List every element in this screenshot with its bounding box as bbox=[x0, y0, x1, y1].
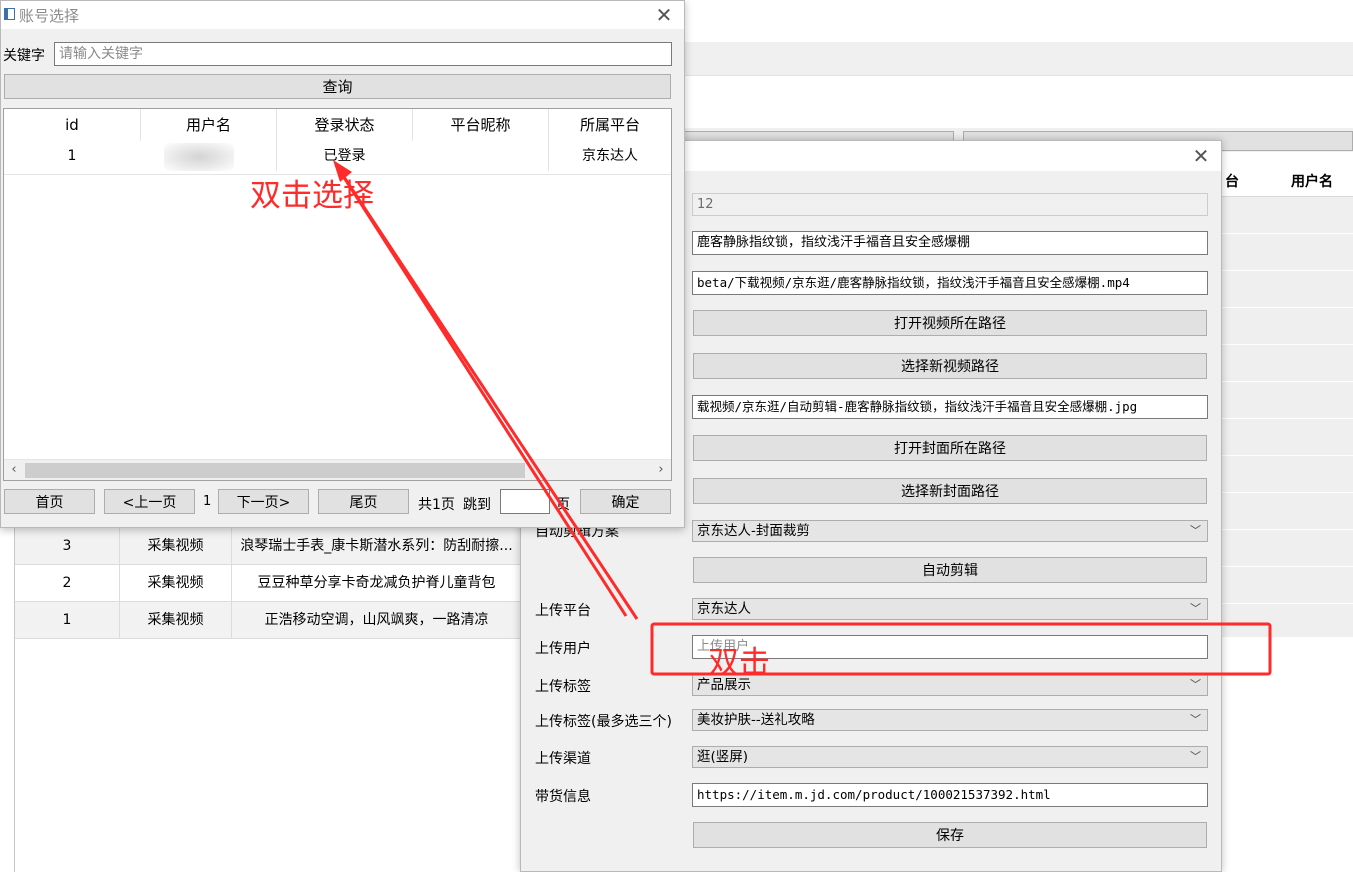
select-video-path-button[interactable]: 选择新视频路径 bbox=[693, 353, 1207, 379]
row-type: 采集视频 bbox=[119, 565, 231, 601]
row-platform: 京东达人 bbox=[548, 141, 671, 171]
header-platform[interactable]: 所属平台 bbox=[548, 109, 671, 141]
upload-tag-label: 上传标签 bbox=[535, 679, 591, 695]
upload-platform-label: 上传平台 bbox=[535, 603, 591, 619]
open-video-path-button[interactable]: 打开视频所在路径 bbox=[693, 310, 1207, 336]
select-cover-path-button[interactable]: 选择新封面路径 bbox=[693, 478, 1207, 504]
account-dialog-titlebar: 账号选择 ✕ bbox=[1, 1, 684, 29]
header-username: 用户名 bbox=[1291, 174, 1333, 190]
goods-info-label: 带货信息 bbox=[535, 789, 591, 805]
scroll-right-icon[interactable]: › bbox=[653, 462, 669, 478]
upload-user-label: 上传用户 bbox=[535, 641, 591, 657]
scrollbar-thumb[interactable] bbox=[25, 463, 525, 478]
table-row[interactable]: 2 采集视频 豆豆种草分享卡奇龙减负护脊儿童背包 bbox=[15, 565, 521, 602]
background-row-lines bbox=[1221, 197, 1353, 637]
chevron-down-icon: ﹀ bbox=[1190, 678, 1201, 691]
query-button[interactable]: 查询 bbox=[4, 74, 671, 99]
header-login-status[interactable]: 登录状态 bbox=[276, 109, 412, 141]
row-id: 1 bbox=[67, 148, 77, 164]
account-table: id 用户名 登录状态 平台昵称 所属平台 1 已登录 京东达人 ‹ › bbox=[3, 108, 672, 481]
goods-info-field[interactable]: https://item.m.jd.com/product/1000215373… bbox=[692, 783, 1208, 807]
row-title: 浪琴瑞士手表_康卡斯潜水系列：防刮耐擦... bbox=[231, 528, 521, 564]
account-dialog-title: 账号选择 bbox=[19, 7, 80, 25]
chevron-down-icon: ﹀ bbox=[1190, 524, 1201, 537]
confirm-button[interactable]: 确定 bbox=[580, 489, 671, 514]
account-table-header: id 用户名 登录状态 平台昵称 所属平台 bbox=[4, 109, 671, 141]
row-id: 1 bbox=[62, 612, 72, 628]
row-login-status: 已登录 bbox=[276, 141, 412, 171]
cover-path-field[interactable]: 载视频/京东逛/自动剪辑-鹿客静脉指纹锁，指纹浅汗手福音且安全感爆棚.jpg bbox=[692, 395, 1208, 419]
row-type: 采集视频 bbox=[119, 528, 231, 564]
auto-edit-scheme-select[interactable]: 京东达人-封面裁剪 ﹀ bbox=[692, 520, 1208, 542]
close-icon[interactable]: ✕ bbox=[652, 3, 676, 27]
scroll-left-icon[interactable]: ‹ bbox=[6, 462, 22, 478]
annotation-double-click: 双击 bbox=[708, 645, 770, 681]
last-page-button[interactable]: 尾页 bbox=[318, 489, 409, 514]
row-id: 3 bbox=[62, 538, 72, 554]
row-title: 豆豆种草分享卡奇龙减负护脊儿童背包 bbox=[231, 565, 521, 601]
jump-to-label: 跳到 bbox=[463, 497, 491, 513]
blurred-username-redaction bbox=[164, 143, 234, 171]
open-cover-path-button[interactable]: 打开封面所在路径 bbox=[693, 435, 1207, 461]
title-field[interactable]: 鹿客静脉指纹锁，指纹浅汗手福音且安全感爆棚 bbox=[692, 231, 1208, 255]
row-title: 正浩移动空调，山风飒爽，一路清凉 bbox=[231, 602, 521, 638]
prev-page-button[interactable]: <上一页 bbox=[104, 489, 195, 514]
total-pages-label: 共1页 bbox=[418, 497, 455, 513]
upload-channel-label: 上传渠道 bbox=[535, 751, 591, 767]
first-page-button[interactable]: 首页 bbox=[4, 489, 95, 514]
header-nickname[interactable]: 平台昵称 bbox=[412, 109, 548, 141]
video-path-field[interactable]: beta/下载视频/京东逛/鹿客静脉指纹锁，指纹浅汗手福音且安全感爆棚.mp4 bbox=[692, 271, 1208, 295]
upload-platform-select[interactable]: 京东达人 ﹀ bbox=[692, 598, 1208, 620]
save-button[interactable]: 保存 bbox=[693, 822, 1207, 848]
horizontal-scrollbar[interactable]: ‹ › bbox=[4, 459, 671, 480]
upload-tag3-label: 上传标签(最多选三个) bbox=[535, 714, 672, 730]
upload-tag3-value: 美妆护肤--送礼攻略 bbox=[697, 712, 815, 728]
upload-channel-select[interactable]: 逛(竖屏) ﹀ bbox=[692, 746, 1208, 768]
auto-edit-button[interactable]: 自动剪辑 bbox=[693, 557, 1207, 583]
chevron-down-icon: ﹀ bbox=[1190, 602, 1201, 615]
window-icon bbox=[4, 8, 15, 20]
next-page-button[interactable]: 下一页> bbox=[218, 489, 309, 514]
id-field[interactable]: 12 bbox=[692, 193, 1208, 216]
page-unit-label: 页 bbox=[556, 497, 570, 513]
current-page-number: 1 bbox=[203, 494, 212, 509]
upload-channel-value: 逛(竖屏) bbox=[697, 749, 749, 765]
auto-edit-scheme-value: 京东达人-封面裁剪 bbox=[697, 523, 810, 539]
keyword-input[interactable]: 请输入关键字 bbox=[54, 42, 672, 66]
row-type: 采集视频 bbox=[119, 602, 231, 638]
header-id[interactable]: id bbox=[4, 109, 140, 141]
row-id: 2 bbox=[62, 575, 72, 591]
upload-tag3-select[interactable]: 美妆护肤--送礼攻略 ﹀ bbox=[692, 709, 1208, 731]
upload-platform-value: 京东达人 bbox=[697, 601, 751, 617]
table-row[interactable]: 1 采集视频 正浩移动空调，山风飒爽，一路清凉 bbox=[15, 602, 521, 639]
jump-page-input[interactable] bbox=[500, 489, 550, 514]
chevron-down-icon: ﹀ bbox=[1190, 713, 1201, 726]
header-username[interactable]: 用户名 bbox=[140, 109, 276, 141]
close-icon[interactable]: ✕ bbox=[1189, 144, 1213, 168]
header-platform-partial: 台 bbox=[1225, 174, 1239, 190]
table-row[interactable]: 3 采集视频 浪琴瑞士手表_康卡斯潜水系列：防刮耐擦... bbox=[15, 528, 521, 565]
chevron-down-icon: ﹀ bbox=[1190, 750, 1201, 763]
keyword-label: 关键字 bbox=[3, 48, 45, 64]
annotation-double-click-select: 双击选择 bbox=[250, 178, 374, 214]
